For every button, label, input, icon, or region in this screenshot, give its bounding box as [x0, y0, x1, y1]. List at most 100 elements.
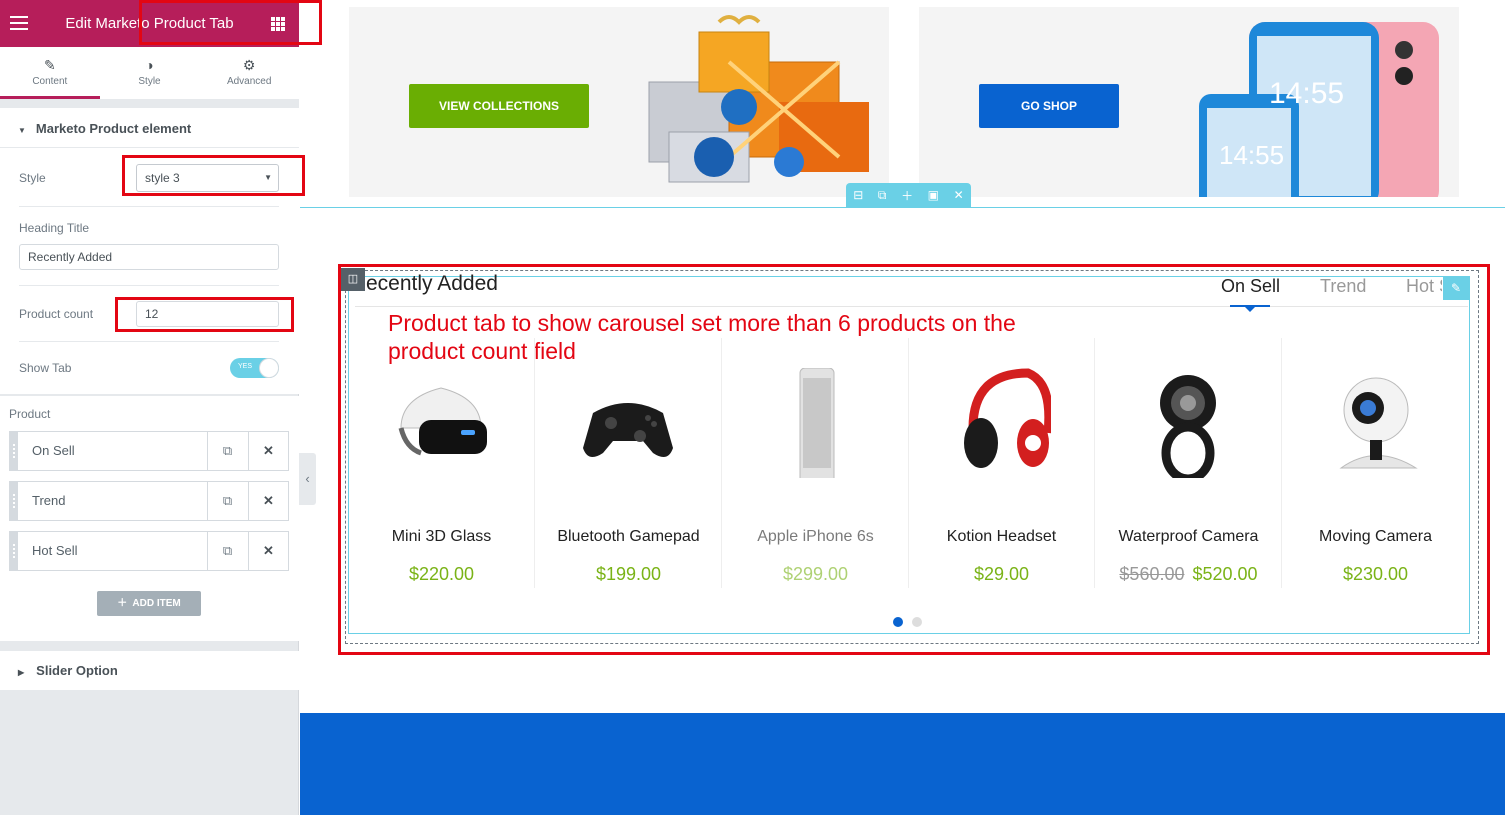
price-value: $220.00 — [408, 564, 475, 584]
tab-style-label: Style — [138, 76, 161, 87]
product-name[interactable]: Bluetooth Gamepad — [535, 528, 722, 546]
product-name[interactable]: Apple iPhone 6s — [722, 528, 909, 546]
product-count-value: 12 — [145, 307, 159, 321]
remove-icon[interactable]: ✕ — [248, 482, 288, 520]
repeater-item-label: Trend — [32, 493, 66, 508]
product-count-input[interactable]: 12 — [136, 301, 279, 327]
section-save-icon[interactable]: ▣ — [928, 188, 939, 202]
product-name[interactable]: Kotion Headset — [908, 528, 1095, 546]
product-card[interactable]: Moving Camera $230.00 — [1282, 338, 1469, 588]
gear-icon: ⚙ — [242, 57, 256, 73]
editor-panel: Edit Marketo Product Tab ✎ Content ◑ Sty… — [0, 0, 299, 815]
pencil-icon: ✎ — [43, 57, 56, 73]
go-shop-button[interactable]: GO SHOP — [979, 84, 1119, 128]
price-value: $29.00 — [973, 564, 1030, 584]
repeater-item-label: Hot Sell — [32, 543, 78, 558]
tab-content[interactable]: ✎ Content — [0, 47, 100, 99]
section-duplicate-icon[interactable]: ⧉ — [878, 188, 887, 203]
product-label: Product — [9, 407, 51, 421]
marketo-product-section: ▼ Marketo Product element Style style 3 ▼… — [0, 108, 299, 394]
drag-handle-icon[interactable] — [10, 532, 18, 570]
duplicate-icon[interactable]: ⧉ — [207, 532, 247, 570]
price-value: $199.00 — [595, 564, 662, 584]
banner-collections: VIEW COLLECTIONS — [349, 7, 889, 197]
section-header-marketo-product[interactable]: ▼ Marketo Product element — [0, 108, 299, 148]
product-price: $299.00 — [722, 564, 909, 585]
repeater-item-hot-sell[interactable]: Hot Sell ⧉ ✕ — [9, 531, 289, 571]
active-tab-arrow-icon — [1245, 307, 1255, 312]
section-toolbar: ⊟ ⧉ ＋ ▣ ✕ — [846, 183, 971, 207]
section-add-icon[interactable]: ＋ — [901, 187, 913, 204]
plus-icon: ＋ — [117, 598, 128, 609]
add-item-label: ADD ITEM — [132, 598, 181, 609]
product-name[interactable]: Waterproof Camera — [1095, 528, 1282, 546]
tab-on-sell[interactable]: On Sell — [1221, 276, 1280, 297]
add-item-button[interactable]: ＋ ADD ITEM — [97, 591, 201, 616]
repeater-item-on-sell[interactable]: On Sell ⧉ ✕ — [9, 431, 289, 471]
product-price: $220.00 — [348, 564, 535, 585]
product-price: $560.00 $520.00 — [1095, 564, 1282, 585]
repeater-item-trend[interactable]: Trend ⧉ ✕ — [9, 481, 289, 521]
product-tab-heading: ecently Added — [366, 272, 498, 295]
smartphone-image — [799, 368, 835, 478]
product-price: $199.00 — [535, 564, 722, 585]
tab-advanced-label: Advanced — [226, 76, 272, 87]
slider-option-label: Slider Option — [36, 663, 118, 678]
tab-content-label: Content — [32, 76, 68, 87]
product-name[interactable]: Mini 3D Glass — [348, 528, 535, 546]
show-tab-toggle[interactable]: YES — [230, 358, 279, 378]
gamepad-image — [583, 403, 673, 457]
panel-header: Edit Marketo Product Tab — [0, 0, 299, 47]
footer-section — [300, 713, 1505, 815]
caret-right-icon: ▶ — [18, 668, 25, 677]
caret-down-icon: ▼ — [18, 126, 26, 135]
product-card[interactable]: Apple iPhone 6s $299.00 — [722, 338, 909, 588]
tab-trend[interactable]: Trend — [1320, 276, 1366, 297]
section-title: Marketo Product element — [35, 121, 192, 136]
vr-headset-image — [398, 387, 487, 456]
section-header-slider-option[interactable]: ▶ Slider Option — [0, 651, 299, 690]
product-card[interactable]: Mini 3D Glass $220.00 — [348, 338, 535, 588]
tab-style[interactable]: ◑ Style — [100, 47, 200, 99]
product-name[interactable]: Moving Camera — [1282, 528, 1469, 546]
contrast-icon: ◑ — [145, 57, 154, 73]
duplicate-icon[interactable]: ⧉ — [207, 432, 247, 470]
panel-tabs: ✎ Content ◑ Style ⚙ Advanced — [0, 47, 299, 99]
duplicate-icon[interactable]: ⧉ — [207, 482, 247, 520]
heading-title-value: Recently Added — [28, 250, 113, 264]
section-structure-icon[interactable]: ⊟ — [853, 188, 863, 202]
product-card[interactable]: Kotion Headset $29.00 — [908, 338, 1095, 588]
remove-icon[interactable]: ✕ — [248, 432, 288, 470]
panel-title: Edit Marketo Product Tab — [65, 15, 234, 32]
drag-handle-icon[interactable] — [10, 482, 18, 520]
widgets-grid-icon[interactable] — [271, 17, 285, 31]
section-delete-icon[interactable]: ✕ — [954, 188, 964, 202]
old-price-value: $560.00 — [1119, 564, 1185, 584]
carousel-dot[interactable] — [912, 617, 922, 627]
carousel-dot-active[interactable] — [893, 617, 903, 627]
edit-widget-icon[interactable]: ✎ — [1443, 277, 1469, 300]
show-tab-label: Show Tab — [19, 361, 72, 375]
style-select[interactable]: style 3 ▼ — [136, 164, 279, 192]
price-value: $520.00 — [1192, 564, 1258, 584]
style-select-value: style 3 — [145, 171, 180, 185]
headset-image — [964, 368, 1051, 468]
tab-advanced[interactable]: ⚙ Advanced — [199, 47, 299, 99]
column-handle-icon[interactable]: ◫ — [341, 268, 365, 291]
price-value: $299.00 — [782, 564, 849, 584]
drag-handle-icon[interactable] — [10, 432, 18, 470]
phone-time-small: 14:55 — [1219, 140, 1285, 170]
toggle-knob — [259, 358, 279, 378]
product-price: $29.00 — [908, 564, 1095, 585]
product-price: $230.00 — [1282, 564, 1469, 585]
product-card[interactable]: Waterproof Camera $560.00 $520.00 — [1095, 338, 1282, 588]
phone-time-large: 14:55 — [1269, 77, 1345, 110]
repeater-item-label: On Sell — [32, 443, 75, 458]
view-collections-button[interactable]: VIEW COLLECTIONS — [409, 84, 589, 128]
heading-title-input[interactable]: Recently Added — [19, 244, 279, 270]
dropdown-arrow-icon: ▼ — [264, 173, 272, 182]
product-card[interactable]: Bluetooth Gamepad $199.00 — [535, 338, 722, 588]
tab-hot-sell[interactable]: Hot S — [1406, 276, 1442, 297]
heading-title-label: Heading Title — [19, 221, 90, 235]
remove-icon[interactable]: ✕ — [248, 532, 288, 570]
